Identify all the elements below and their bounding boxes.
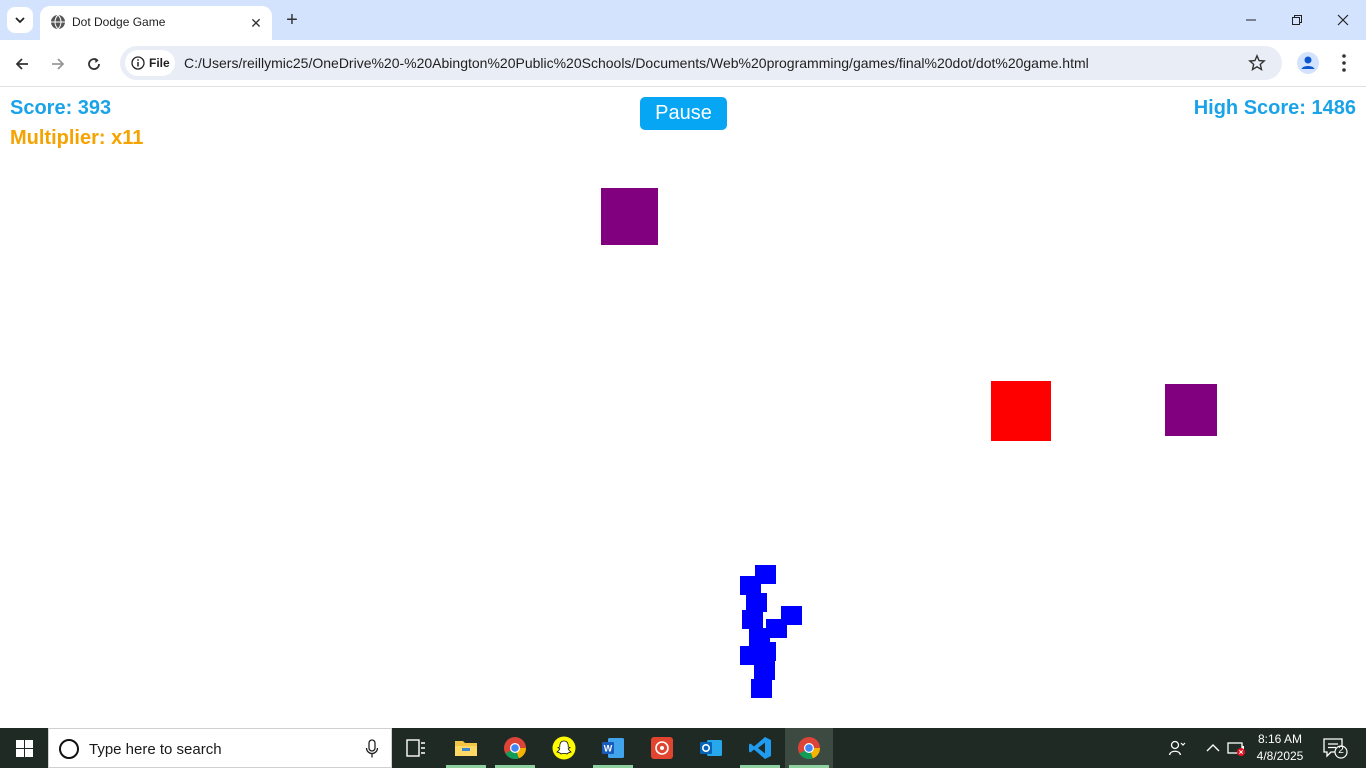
- reload-icon: [88, 58, 100, 70]
- vscode-icon: [749, 737, 771, 759]
- tab-search-button[interactable]: [7, 7, 33, 33]
- purple-block-obstacle: [601, 188, 658, 245]
- outlook-button[interactable]: [687, 728, 735, 768]
- chrome-icon: [798, 737, 821, 760]
- restore-button[interactable]: [1274, 0, 1320, 40]
- clock-time: 8:16 AM: [1257, 732, 1303, 746]
- forward-button[interactable]: [46, 52, 70, 76]
- pause-button[interactable]: Pause: [640, 97, 727, 130]
- people-button[interactable]: [1167, 738, 1187, 758]
- chevron-down-icon: [15, 17, 25, 24]
- browser-tab-bar: Dot Dodge Game ✕ +: [0, 0, 1366, 40]
- high-score-label: High Score: 1486: [1193, 97, 1356, 119]
- windows-logo-icon: [15, 739, 33, 757]
- notification-center-button[interactable]: 2: [1322, 736, 1348, 760]
- snapchat-icon: [552, 736, 576, 760]
- cortana-icon: [59, 739, 79, 759]
- task-view-button[interactable]: [392, 728, 440, 768]
- svg-text:W: W: [604, 744, 613, 754]
- snapchat-button[interactable]: [540, 728, 588, 768]
- site-chip-label: File: [149, 56, 170, 70]
- gear-app-icon: [651, 737, 673, 759]
- clock-date: 4/8/2025: [1256, 749, 1304, 763]
- show-hidden-icons-button[interactable]: [1203, 738, 1223, 758]
- outlook-icon: [700, 740, 722, 756]
- tab-title: Dot Dodge Game: [72, 15, 166, 29]
- multiplier-label: Multiplier: x11: [10, 127, 144, 149]
- info-icon: [131, 56, 145, 70]
- windows-taskbar: Type here to search W 8:16 AM 4/8/2025 2: [0, 728, 1366, 768]
- player-segment: [742, 610, 763, 629]
- score-label: Score: 393: [10, 97, 112, 119]
- browser-tab-active[interactable]: Dot Dodge Game ✕: [40, 6, 272, 40]
- vscode-button[interactable]: [736, 728, 784, 768]
- start-button[interactable]: [0, 728, 48, 768]
- battery-icon: [1227, 742, 1245, 756]
- chrome-button[interactable]: [491, 728, 539, 768]
- reload-button[interactable]: [82, 52, 106, 76]
- people-icon: [1168, 740, 1186, 756]
- arrow-right-icon: [52, 58, 65, 70]
- close-icon: [1337, 14, 1349, 26]
- chrome-icon: [504, 737, 527, 760]
- globe-icon: [51, 14, 65, 30]
- word-icon: W: [602, 738, 624, 758]
- red-block-obstacle: [991, 381, 1051, 441]
- profile-avatar-icon[interactable]: [1296, 51, 1320, 75]
- system-clock[interactable]: 8:16 AM 4/8/2025: [1250, 731, 1310, 765]
- red-app-button[interactable]: [638, 728, 686, 768]
- word-button[interactable]: W: [589, 728, 637, 768]
- address-bar[interactable]: File C:/Users/reillymic25/OneDrive%20-%2…: [120, 46, 1282, 80]
- browser-toolbar: File C:/Users/reillymic25/OneDrive%20-%2…: [0, 40, 1366, 87]
- new-tab-button[interactable]: +: [281, 9, 303, 31]
- player-segment: [754, 661, 775, 680]
- taskbar-search-box[interactable]: Type here to search: [48, 728, 392, 768]
- purple-block-obstacle: [1165, 384, 1217, 436]
- back-button[interactable]: [10, 52, 34, 76]
- folder-icon: [455, 741, 477, 756]
- search-placeholder: Type here to search: [89, 741, 222, 758]
- minimize-button[interactable]: [1228, 0, 1274, 40]
- more-menu-icon[interactable]: [1332, 51, 1356, 75]
- restore-icon: [1292, 15, 1302, 25]
- chevron-up-icon: [1206, 744, 1220, 752]
- tab-close-icon[interactable]: ✕: [246, 13, 266, 33]
- url-text[interactable]: C:/Users/reillymic25/OneDrive%20-%20Abin…: [184, 55, 1089, 71]
- chrome-active-button[interactable]: [785, 728, 833, 768]
- arrow-left-icon: [15, 58, 28, 70]
- microphone-icon[interactable]: [365, 739, 379, 759]
- notification-count: 2: [1338, 745, 1344, 756]
- file-explorer-button[interactable]: [442, 728, 490, 768]
- bookmark-star-icon[interactable]: [1248, 54, 1266, 72]
- battery-status-button[interactable]: [1227, 738, 1247, 758]
- site-info-chip[interactable]: File: [125, 50, 175, 76]
- task-view-icon: [406, 739, 425, 757]
- player-segment: [751, 679, 772, 698]
- game-area[interactable]: Score: 393 Multiplier: x11 High Score: 1…: [0, 88, 1366, 728]
- minimize-icon: [1246, 19, 1256, 21]
- close-window-button[interactable]: [1320, 0, 1366, 40]
